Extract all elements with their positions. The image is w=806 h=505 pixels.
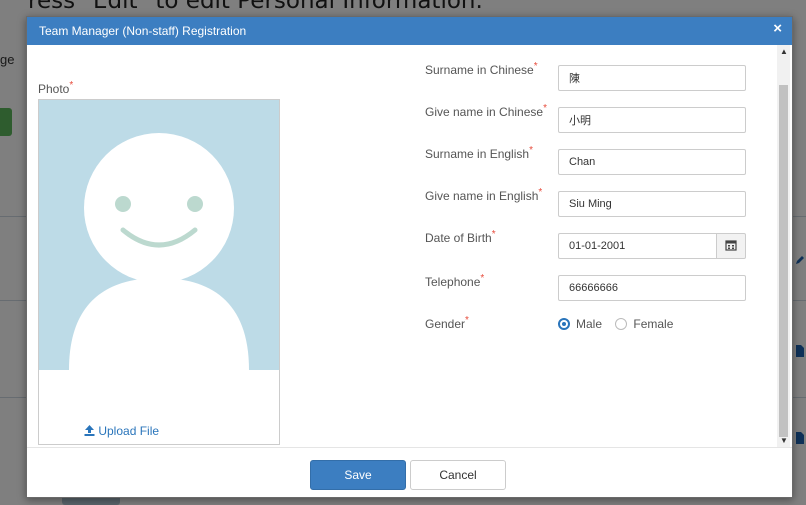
photo-placeholder-image [39,100,279,370]
registration-modal: Team Manager (Non-staff) Registration × … [26,16,793,498]
photo-upload-box[interactable]: Upload File [38,99,280,445]
required-mark: * [69,80,74,91]
gender-female-label[interactable]: Female [633,317,673,331]
modal-header: Team Manager (Non-staff) Registration × [27,17,792,45]
given-name-chinese-label: Give name in Chinese* [425,103,547,119]
surname-english-label: Surname in English* [425,145,533,161]
upload-icon [84,424,98,438]
calendar-button[interactable] [716,233,746,259]
calendar-icon [725,240,737,251]
telephone-input[interactable] [558,275,746,301]
scrollbar-thumb[interactable] [779,85,788,437]
photo-label: Photo* [38,80,73,96]
gender-female-radio[interactable] [615,317,628,330]
scrollbar[interactable]: ▲ ▼ [777,45,790,447]
date-of-birth-label: Date of Birth* [425,229,496,245]
given-name-english-input[interactable] [558,191,746,217]
cancel-button[interactable]: Cancel [410,460,506,490]
scroll-down-icon[interactable]: ▼ [780,436,788,445]
close-icon[interactable]: × [773,20,782,37]
upload-file-link[interactable]: Upload File [84,424,159,438]
gender-male-radio[interactable] [558,317,570,330]
given-name-chinese-input[interactable] [558,107,746,133]
modal-footer: Save Cancel [27,447,792,498]
surname-english-input[interactable] [558,149,746,175]
scroll-up-icon[interactable]: ▲ [780,47,788,56]
gender-label: Gender* [425,315,469,331]
gender-radio-group: Male Female [558,316,683,331]
given-name-english-label: Give name in English* [425,187,543,203]
date-of-birth-input[interactable] [558,233,718,259]
save-button[interactable]: Save [310,460,406,490]
surname-chinese-label: Surname in Chinese* [425,61,538,77]
upload-file-label: Upload File [98,424,160,438]
surname-chinese-input[interactable] [558,65,746,91]
modal-title: Team Manager (Non-staff) Registration [39,24,247,38]
telephone-label: Telephone* [425,273,485,289]
gender-male-label[interactable]: Male [576,317,602,331]
modal-body: Photo* Upload File Surname in Chinese* 陳… [27,45,792,447]
photo-label-text: Photo [38,82,70,96]
